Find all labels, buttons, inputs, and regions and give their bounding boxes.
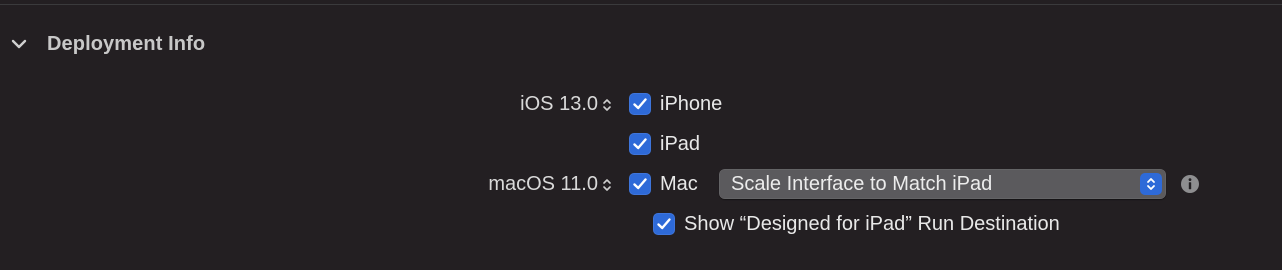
checkmark-icon[interactable] [629,133,651,155]
checkmark-icon[interactable] [629,173,651,195]
ipad-label: iPad [660,132,701,155]
mac-label: Mac [660,172,698,195]
mac-interface-value: Scale Interface to Match iPad [731,172,993,195]
chevron-down-icon[interactable] [8,33,30,55]
up-down-arrows-icon[interactable] [1140,173,1162,195]
ios-version-label: iOS 13.0 [520,92,598,115]
macos-version-popup[interactable]: macOS 11.0 [488,169,612,199]
iphone-checkbox[interactable]: iPhone [629,89,722,119]
designed-for-ipad-row: Show “Designed for iPad” Run Destination [0,209,1282,239]
designed-for-ipad-label: Show “Designed for iPad” Run Destination [684,212,1060,235]
checkmark-icon[interactable] [629,93,651,115]
up-down-arrows-icon [602,176,612,192]
info-icon[interactable] [1180,174,1200,194]
iphone-label: iPhone [660,92,723,115]
ipad-checkbox[interactable]: iPad [629,129,700,159]
up-down-arrows-icon [602,96,612,112]
macos-row: macOS 11.0 Mac Scale Interface to Match … [0,169,1282,199]
checkmark-icon[interactable] [653,213,675,235]
ipad-row: iPad [0,129,1282,159]
mac-checkbox[interactable]: Mac [629,169,698,199]
ios-version-popup[interactable]: iOS 13.0 [520,89,612,119]
macos-version-label: macOS 11.0 [488,172,598,195]
deployment-info-panel: Deployment Info iOS 13.0 iPhone iPad mac… [0,0,1282,270]
divider [0,4,1282,5]
designed-for-ipad-checkbox[interactable]: Show “Designed for iPad” Run Destination [653,209,1060,239]
mac-interface-popup[interactable]: Scale Interface to Match iPad [719,169,1166,199]
deployment-info-header[interactable]: Deployment Info [8,28,205,60]
section-title: Deployment Info [47,32,206,55]
ios-row: iOS 13.0 iPhone [0,89,1282,119]
